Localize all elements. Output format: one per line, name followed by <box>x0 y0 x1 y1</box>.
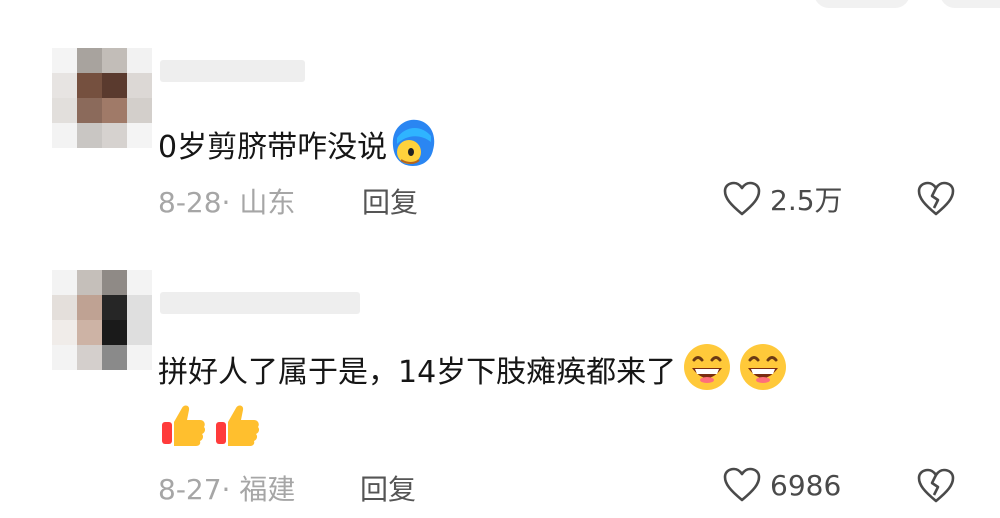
emoji-row <box>158 400 262 463</box>
dislike-button[interactable] <box>916 180 956 222</box>
comment-location: 福建 <box>239 473 296 506</box>
heart-icon <box>723 181 761 216</box>
grin-emoji <box>738 342 788 405</box>
avatar[interactable] <box>52 270 152 370</box>
reply-button[interactable]: 回复 <box>360 468 416 508</box>
comment-date: 8-28 <box>158 186 222 219</box>
face-emoji <box>387 116 439 181</box>
thumbs-up-emoji <box>212 400 262 463</box>
username[interactable] <box>160 292 360 314</box>
avatar[interactable] <box>52 48 152 148</box>
broken-heart-icon <box>917 181 955 216</box>
like-count: 2.5万 <box>770 184 843 217</box>
top-control <box>814 0 910 8</box>
username[interactable] <box>160 60 305 82</box>
heart-icon <box>723 467 761 502</box>
meta-separator: · <box>221 473 231 506</box>
meta-separator: · <box>221 186 231 219</box>
comment-meta: 8-27· 福建 <box>158 468 295 508</box>
comment-text: 0岁剪脐带咋没说 <box>158 116 439 181</box>
comment-location: 山东 <box>239 186 296 219</box>
broken-heart-icon <box>917 468 955 503</box>
dislike-button[interactable] <box>916 467 956 509</box>
comment-text: 拼好人了属于是，14岁下肢瘫痪都来了 <box>158 342 788 405</box>
reply-button[interactable]: 回复 <box>362 181 418 221</box>
like-button[interactable]: 6986 <box>722 466 841 504</box>
comment-meta: 8-28· 山东 <box>158 181 295 221</box>
like-button[interactable]: 2.5万 <box>722 179 843 219</box>
comment-date: 8-27 <box>158 473 222 506</box>
like-count: 6986 <box>770 468 842 502</box>
top-control <box>940 0 1000 8</box>
grin-emoji <box>682 342 732 405</box>
thumbs-up-emoji <box>158 400 208 463</box>
